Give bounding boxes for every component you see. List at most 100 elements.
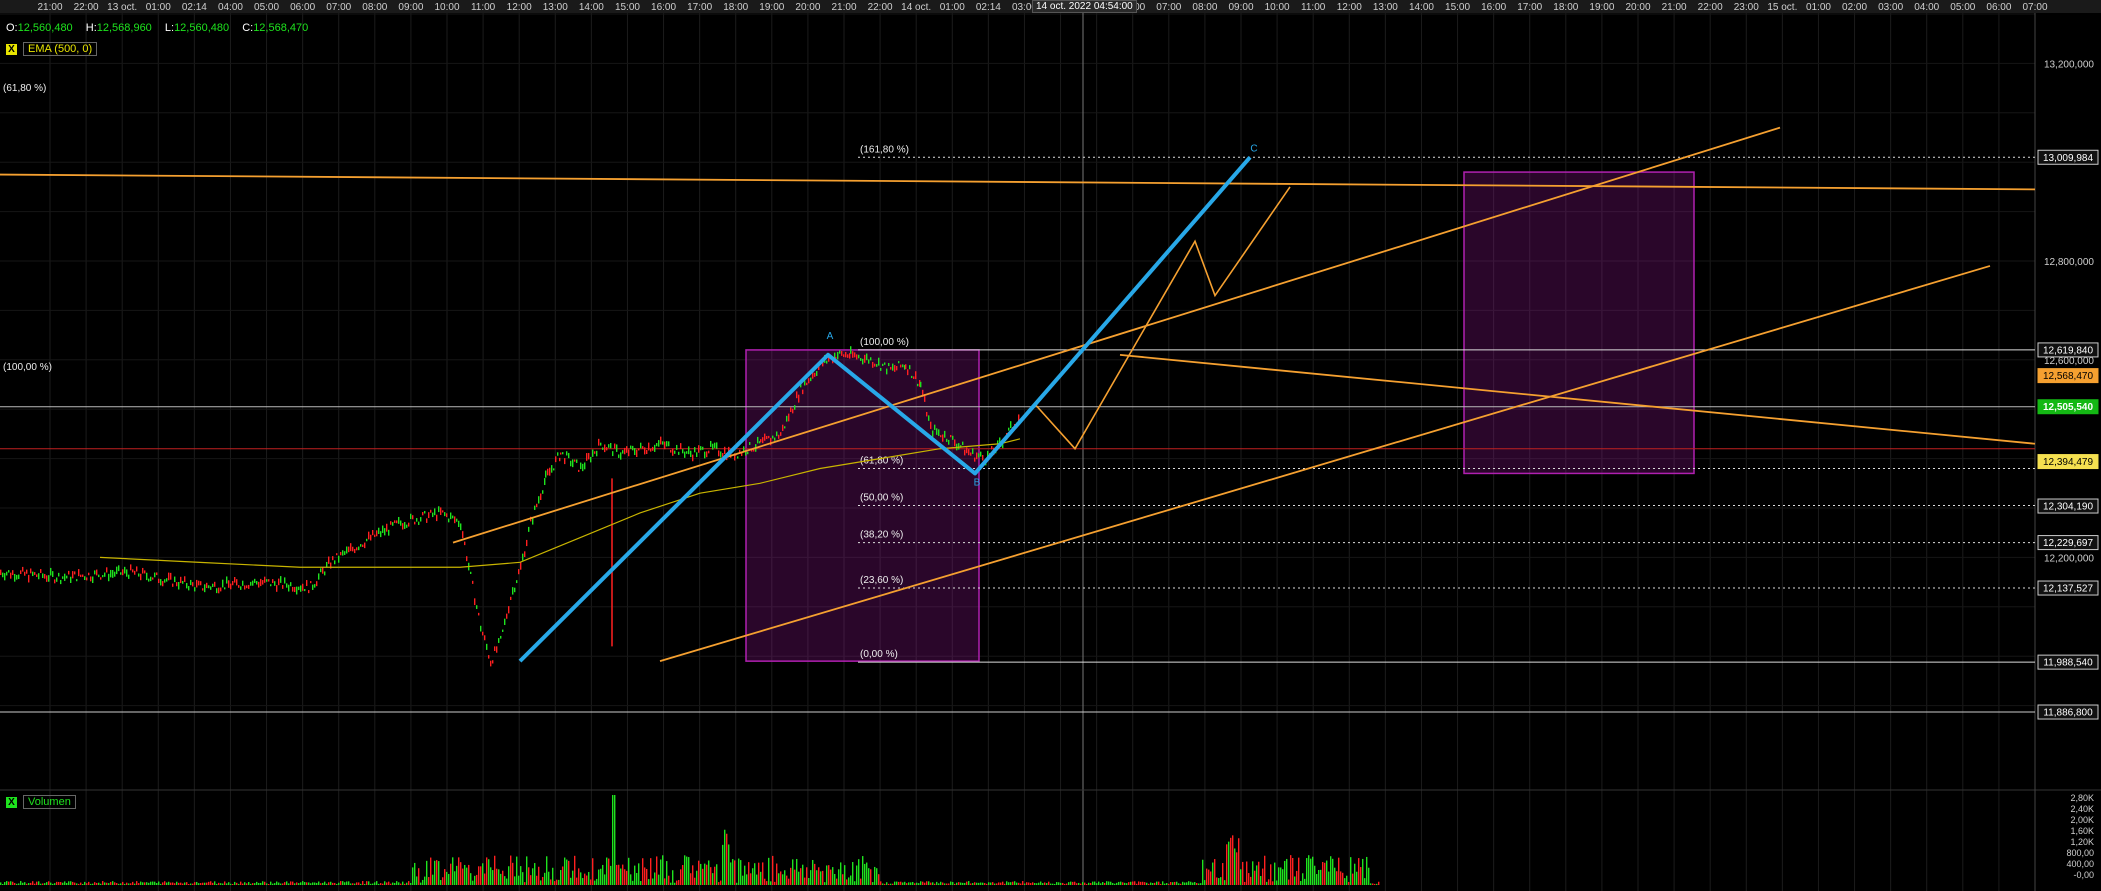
volume-bar	[702, 868, 704, 885]
volume-bar	[818, 867, 820, 885]
volume-bar	[1000, 882, 1002, 885]
volume-bar	[246, 883, 248, 885]
volume-bar	[140, 881, 142, 885]
volume-bar	[546, 856, 548, 885]
price-candle	[540, 493, 542, 500]
price-candle	[58, 572, 60, 577]
volume-bar	[1024, 883, 1026, 885]
volume-bar	[954, 883, 956, 885]
volume-bar	[20, 881, 22, 885]
volume-bar	[538, 866, 540, 885]
price-candle	[920, 381, 922, 388]
volume-bar	[210, 881, 212, 885]
volume-bar	[712, 873, 714, 885]
volume-bar	[1022, 881, 1024, 885]
volume-bar	[1236, 852, 1238, 885]
price-candle	[62, 576, 64, 579]
price-candle	[668, 441, 670, 447]
volume-bar	[506, 878, 508, 885]
volume-bar	[218, 882, 220, 885]
price-candle	[622, 450, 624, 454]
price-candle	[334, 560, 336, 565]
volume-bar	[126, 882, 128, 885]
time-tick-label: 15:00	[1445, 2, 1470, 13]
price-candle	[856, 354, 858, 360]
price-candle	[634, 448, 636, 456]
volume-bar	[638, 863, 640, 885]
volume-bar	[82, 883, 84, 885]
volume-bar	[1062, 882, 1064, 885]
volume-bar	[26, 883, 28, 885]
volume-bar	[874, 866, 876, 885]
price-candle	[718, 450, 720, 457]
volume-bar	[472, 880, 474, 885]
volume-bar	[572, 870, 574, 885]
price-candle	[900, 364, 902, 368]
volume-bar	[344, 882, 346, 885]
volume-bar	[960, 882, 962, 885]
volume-bar	[564, 857, 566, 885]
volume-bar	[1008, 882, 1010, 885]
volume-bar	[554, 881, 556, 885]
volume-bar	[258, 882, 260, 885]
volume-bar	[808, 878, 810, 885]
volume-bar	[804, 877, 806, 885]
volume-bar	[1294, 876, 1296, 885]
price-candle	[404, 522, 406, 529]
price-chart[interactable]: 21:00 22:00 13 oct. 01:00 02:14 04:00 05:00 06:…	[0, 0, 2101, 891]
volume-bar	[800, 868, 802, 885]
volume-toggle-button[interactable]: X	[6, 797, 17, 808]
volume-bar	[1290, 855, 1292, 885]
price-candle	[172, 583, 174, 587]
price-candle	[480, 625, 482, 632]
volume-bar	[254, 883, 256, 885]
volume-bar	[1306, 858, 1308, 885]
volume-bar	[580, 872, 582, 885]
volume-bar	[1356, 871, 1358, 885]
price-candle	[260, 578, 262, 587]
volume-bar	[508, 866, 510, 885]
price-candle	[520, 562, 522, 570]
price-candle	[586, 453, 588, 461]
volume-bar	[392, 882, 394, 885]
volume-tick-label: 1,20K	[2070, 837, 2094, 847]
volume-bar	[1234, 848, 1236, 885]
volume-bar	[54, 883, 56, 885]
volume-indicator-label[interactable]: Volumen	[23, 795, 76, 809]
volume-bar	[1164, 883, 1166, 885]
price-candle	[270, 584, 272, 587]
price-candle	[318, 573, 320, 580]
price-candle	[780, 432, 782, 436]
time-tick-label: 14 oct.	[901, 2, 931, 13]
volume-bar	[1116, 882, 1118, 885]
price-candle	[991, 446, 993, 450]
price-candle	[234, 577, 236, 583]
volume-bar	[1180, 883, 1182, 885]
price-tick-label: 12,200,000	[2044, 553, 2094, 564]
price-candle	[390, 521, 392, 525]
volume-bar	[672, 870, 674, 885]
price-candle	[130, 564, 132, 571]
volume-bar	[1320, 869, 1322, 885]
volume-bar	[704, 863, 706, 885]
price-candle	[482, 631, 484, 636]
volume-bar	[964, 882, 966, 885]
ema-toggle-button[interactable]: X	[6, 44, 17, 55]
price-candle	[911, 375, 913, 379]
volume-bar	[440, 880, 442, 885]
volume-bar	[1262, 868, 1264, 885]
price-candle	[652, 446, 654, 451]
ema-indicator-label[interactable]: EMA (500, 0)	[23, 42, 98, 56]
price-candle	[814, 372, 816, 377]
volume-bar	[710, 867, 712, 885]
volume-bar	[308, 882, 310, 885]
volume-bar	[96, 882, 98, 885]
price-candle	[494, 646, 496, 652]
volume-tick-label: 2,80K	[2070, 793, 2094, 803]
volume-bar	[912, 881, 914, 885]
volume-bar	[654, 872, 656, 885]
volume-bar	[648, 879, 650, 885]
volume-bar	[676, 880, 678, 885]
volume-bar	[1330, 856, 1332, 885]
volume-bar	[552, 867, 554, 885]
